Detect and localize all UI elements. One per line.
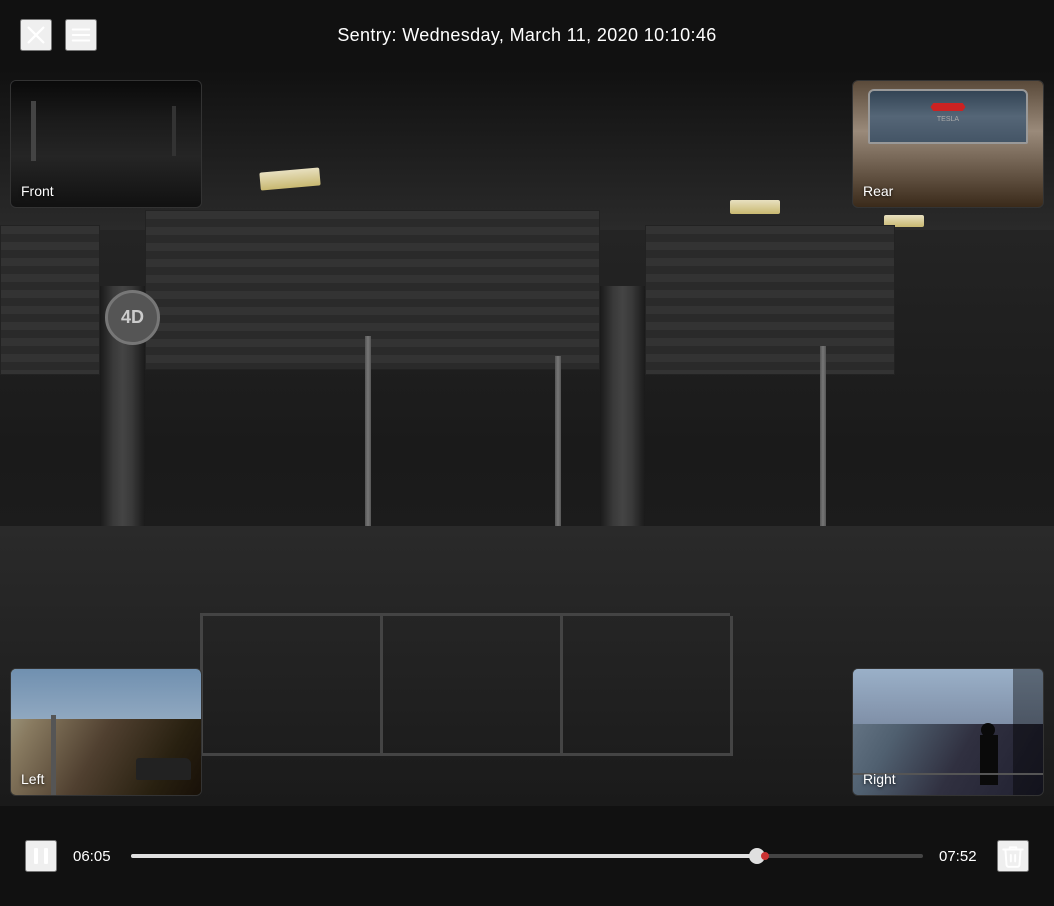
current-time: 06:05	[73, 848, 115, 865]
play-pause-button[interactable]	[25, 840, 57, 872]
parking-line-3	[560, 616, 563, 756]
trash-icon	[1000, 843, 1026, 869]
charger-post-1	[365, 336, 371, 556]
left-camera-thumb[interactable]: Left	[10, 668, 202, 796]
shutter-left	[0, 225, 100, 375]
shutter-center	[145, 210, 600, 370]
menu-icon	[70, 24, 92, 46]
progress-fill	[131, 854, 757, 858]
ceiling-light-1	[259, 167, 320, 190]
rear-camera-thumb[interactable]: TESLA Rear	[852, 80, 1044, 208]
pause-icon	[29, 844, 53, 868]
main-video: 4D Front TESLA Rear	[0, 70, 1054, 806]
progress-thumb-inner	[761, 852, 769, 860]
right-camera-label: Right	[863, 771, 896, 787]
close-button[interactable]	[20, 19, 52, 51]
top-bar: Sentry: Wednesday, March 11, 2020 10:10:…	[0, 0, 1054, 70]
total-time: 07:52	[939, 848, 981, 865]
bottom-bar: 06:05 07:52	[0, 806, 1054, 906]
title: Sentry: Wednesday, March 11, 2020 10:10:…	[337, 25, 716, 46]
shutter-right	[645, 225, 895, 375]
parking-line-4	[730, 616, 733, 756]
close-icon	[25, 24, 47, 46]
progress-thumb	[749, 848, 765, 864]
menu-button[interactable]	[65, 19, 97, 51]
charger-post-3	[820, 346, 826, 546]
front-camera-thumb[interactable]: Front	[10, 80, 202, 208]
parking-line-h1	[200, 753, 730, 756]
parking-line-h2	[200, 613, 730, 616]
progress-bar[interactable]	[131, 854, 923, 858]
right-camera-thumb[interactable]: Right	[852, 668, 1044, 796]
parking-line-2	[380, 616, 383, 756]
ceiling-light-2	[730, 200, 780, 214]
rear-camera-label: Rear	[863, 183, 893, 199]
front-camera-label: Front	[21, 183, 54, 199]
sign-4d: 4D	[105, 290, 160, 345]
left-camera-label: Left	[21, 771, 44, 787]
delete-button[interactable]	[997, 840, 1029, 872]
